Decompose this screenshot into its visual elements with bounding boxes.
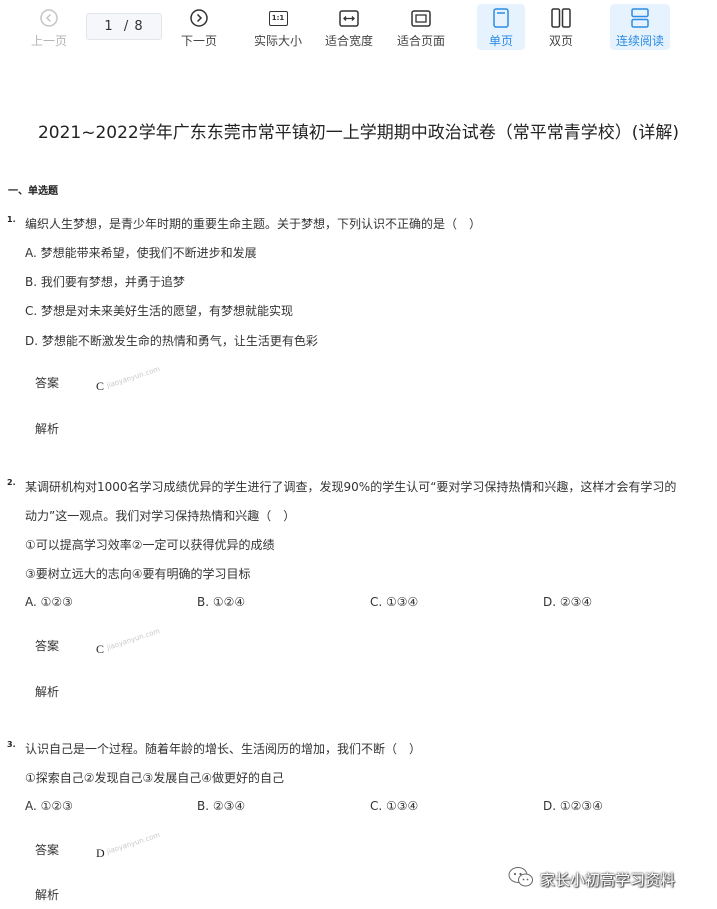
actual-size-label: 实际大小: [253, 34, 302, 48]
statement-line-1: ①可以提高学习效率②一定可以获得优异的成绩: [25, 538, 275, 552]
watermark-text: jiaoyanyun.com: [105, 365, 162, 390]
option-a: A. 梦想能带来希望，使我们不断进步和发展: [25, 246, 257, 260]
answer-label: 答案: [35, 376, 60, 390]
fit-page-label: 适合页面: [396, 34, 445, 48]
answer-label: 答案: [35, 639, 60, 653]
option-c: C. 梦想是对未来美好生活的愿望，有梦想就能实现: [25, 304, 294, 318]
answer-value: C: [96, 379, 105, 393]
chevron-right-circle-icon: [189, 6, 209, 30]
continuous-reading-button[interactable]: 连续阅读: [610, 4, 670, 50]
option-d: D. 梦想能不断激发生命的热情和勇气，让生活更有色彩: [25, 334, 318, 348]
option-a: A. ①②③: [25, 595, 73, 609]
chevron-left-circle-icon: [39, 6, 59, 30]
analysis-label: 解析: [35, 888, 60, 902]
answer-label: 答案: [35, 843, 60, 857]
viewer-toolbar: 上一页 1 / 8 下一页 1:1 实际大小 适合宽度 适合页面 单页 双页 连…: [0, 0, 717, 56]
answer-value: C: [96, 642, 105, 656]
fit-page-icon: [411, 6, 431, 30]
analysis-label: 解析: [35, 685, 60, 699]
fit-page-button[interactable]: 适合页面: [393, 4, 449, 50]
continuous-reading-label: 连续阅读: [615, 34, 664, 48]
option-b: B. 我们要有梦想，并勇于追梦: [25, 275, 185, 289]
single-page-icon: [493, 6, 509, 30]
watermark-text: jiaoyanyun.com: [105, 627, 162, 652]
next-page-button[interactable]: 下一页: [174, 4, 224, 50]
double-page-button[interactable]: 双页: [537, 4, 585, 50]
actual-size-icon: 1:1: [268, 6, 288, 30]
page-indicator: 1 / 8: [104, 19, 144, 34]
option-c: C. ①③④: [370, 799, 419, 813]
single-page-button[interactable]: 单页: [477, 4, 525, 50]
fit-width-button[interactable]: 适合宽度: [321, 4, 377, 50]
document-title: 2021~2022学年广东东莞市常平镇初一上学期期中政治试卷（常平常青学校）(详…: [37, 123, 680, 143]
analysis-label: 解析: [35, 422, 60, 436]
actual-size-button[interactable]: 1:1 实际大小: [250, 4, 306, 50]
question-number: 1.: [7, 215, 16, 224]
double-page-label: 双页: [548, 34, 573, 48]
option-a: A. ①②③: [25, 799, 73, 813]
section-title: 一、单选题: [8, 186, 58, 197]
brand-text: 家长小初高学习资料: [540, 870, 676, 889]
fit-width-label: 适合宽度: [324, 34, 373, 48]
prev-page-button[interactable]: 上一页: [24, 4, 74, 50]
single-page-label: 单页: [488, 34, 513, 48]
question-number: 2.: [7, 478, 16, 487]
watermark-text: jiaoyanyun.com: [105, 831, 162, 856]
question-stem-line-1: 某调研机构对1000名学习成绩优异的学生进行了调查，发现90%的学生认可“要对学…: [25, 480, 677, 494]
question-stem: 认识自己是一个过程。随着年龄的增长、生活阅历的增加，我们不断（ ）: [25, 742, 422, 756]
wechat-icon: [508, 866, 534, 892]
next-page-label: 下一页: [180, 34, 217, 48]
option-c: C. ①③④: [370, 595, 419, 609]
prev-page-label: 上一页: [30, 34, 67, 48]
option-b: B. ②③④: [197, 799, 246, 813]
statement-line-2: ③要树立远大的志向④要有明确的学习目标: [25, 567, 251, 581]
question-stem-line-2: 动力”这一观点。我们对学习保持热情和兴趣（ ）: [25, 509, 296, 523]
page-number-input[interactable]: 1 / 8: [86, 13, 162, 40]
statement-line-1: ①探索自己②发现自己③发展自己④做更好的自己: [25, 771, 285, 785]
answer-value: D: [96, 846, 105, 860]
continuous-reading-icon: [630, 6, 650, 30]
fit-width-icon: [339, 6, 359, 30]
question-stem: 编织人生梦想，是青少年时期的重要生命主题。关于梦想，下列认识不正确的是（ ）: [25, 217, 482, 231]
brand-watermark: 家长小初高学习资料: [508, 866, 675, 892]
double-page-icon: [551, 6, 571, 30]
option-d: D. ①②③④: [543, 799, 603, 813]
option-d: D. ②③④: [543, 595, 593, 609]
question-number: 3.: [7, 740, 16, 749]
option-b: B. ①②④: [197, 595, 246, 609]
